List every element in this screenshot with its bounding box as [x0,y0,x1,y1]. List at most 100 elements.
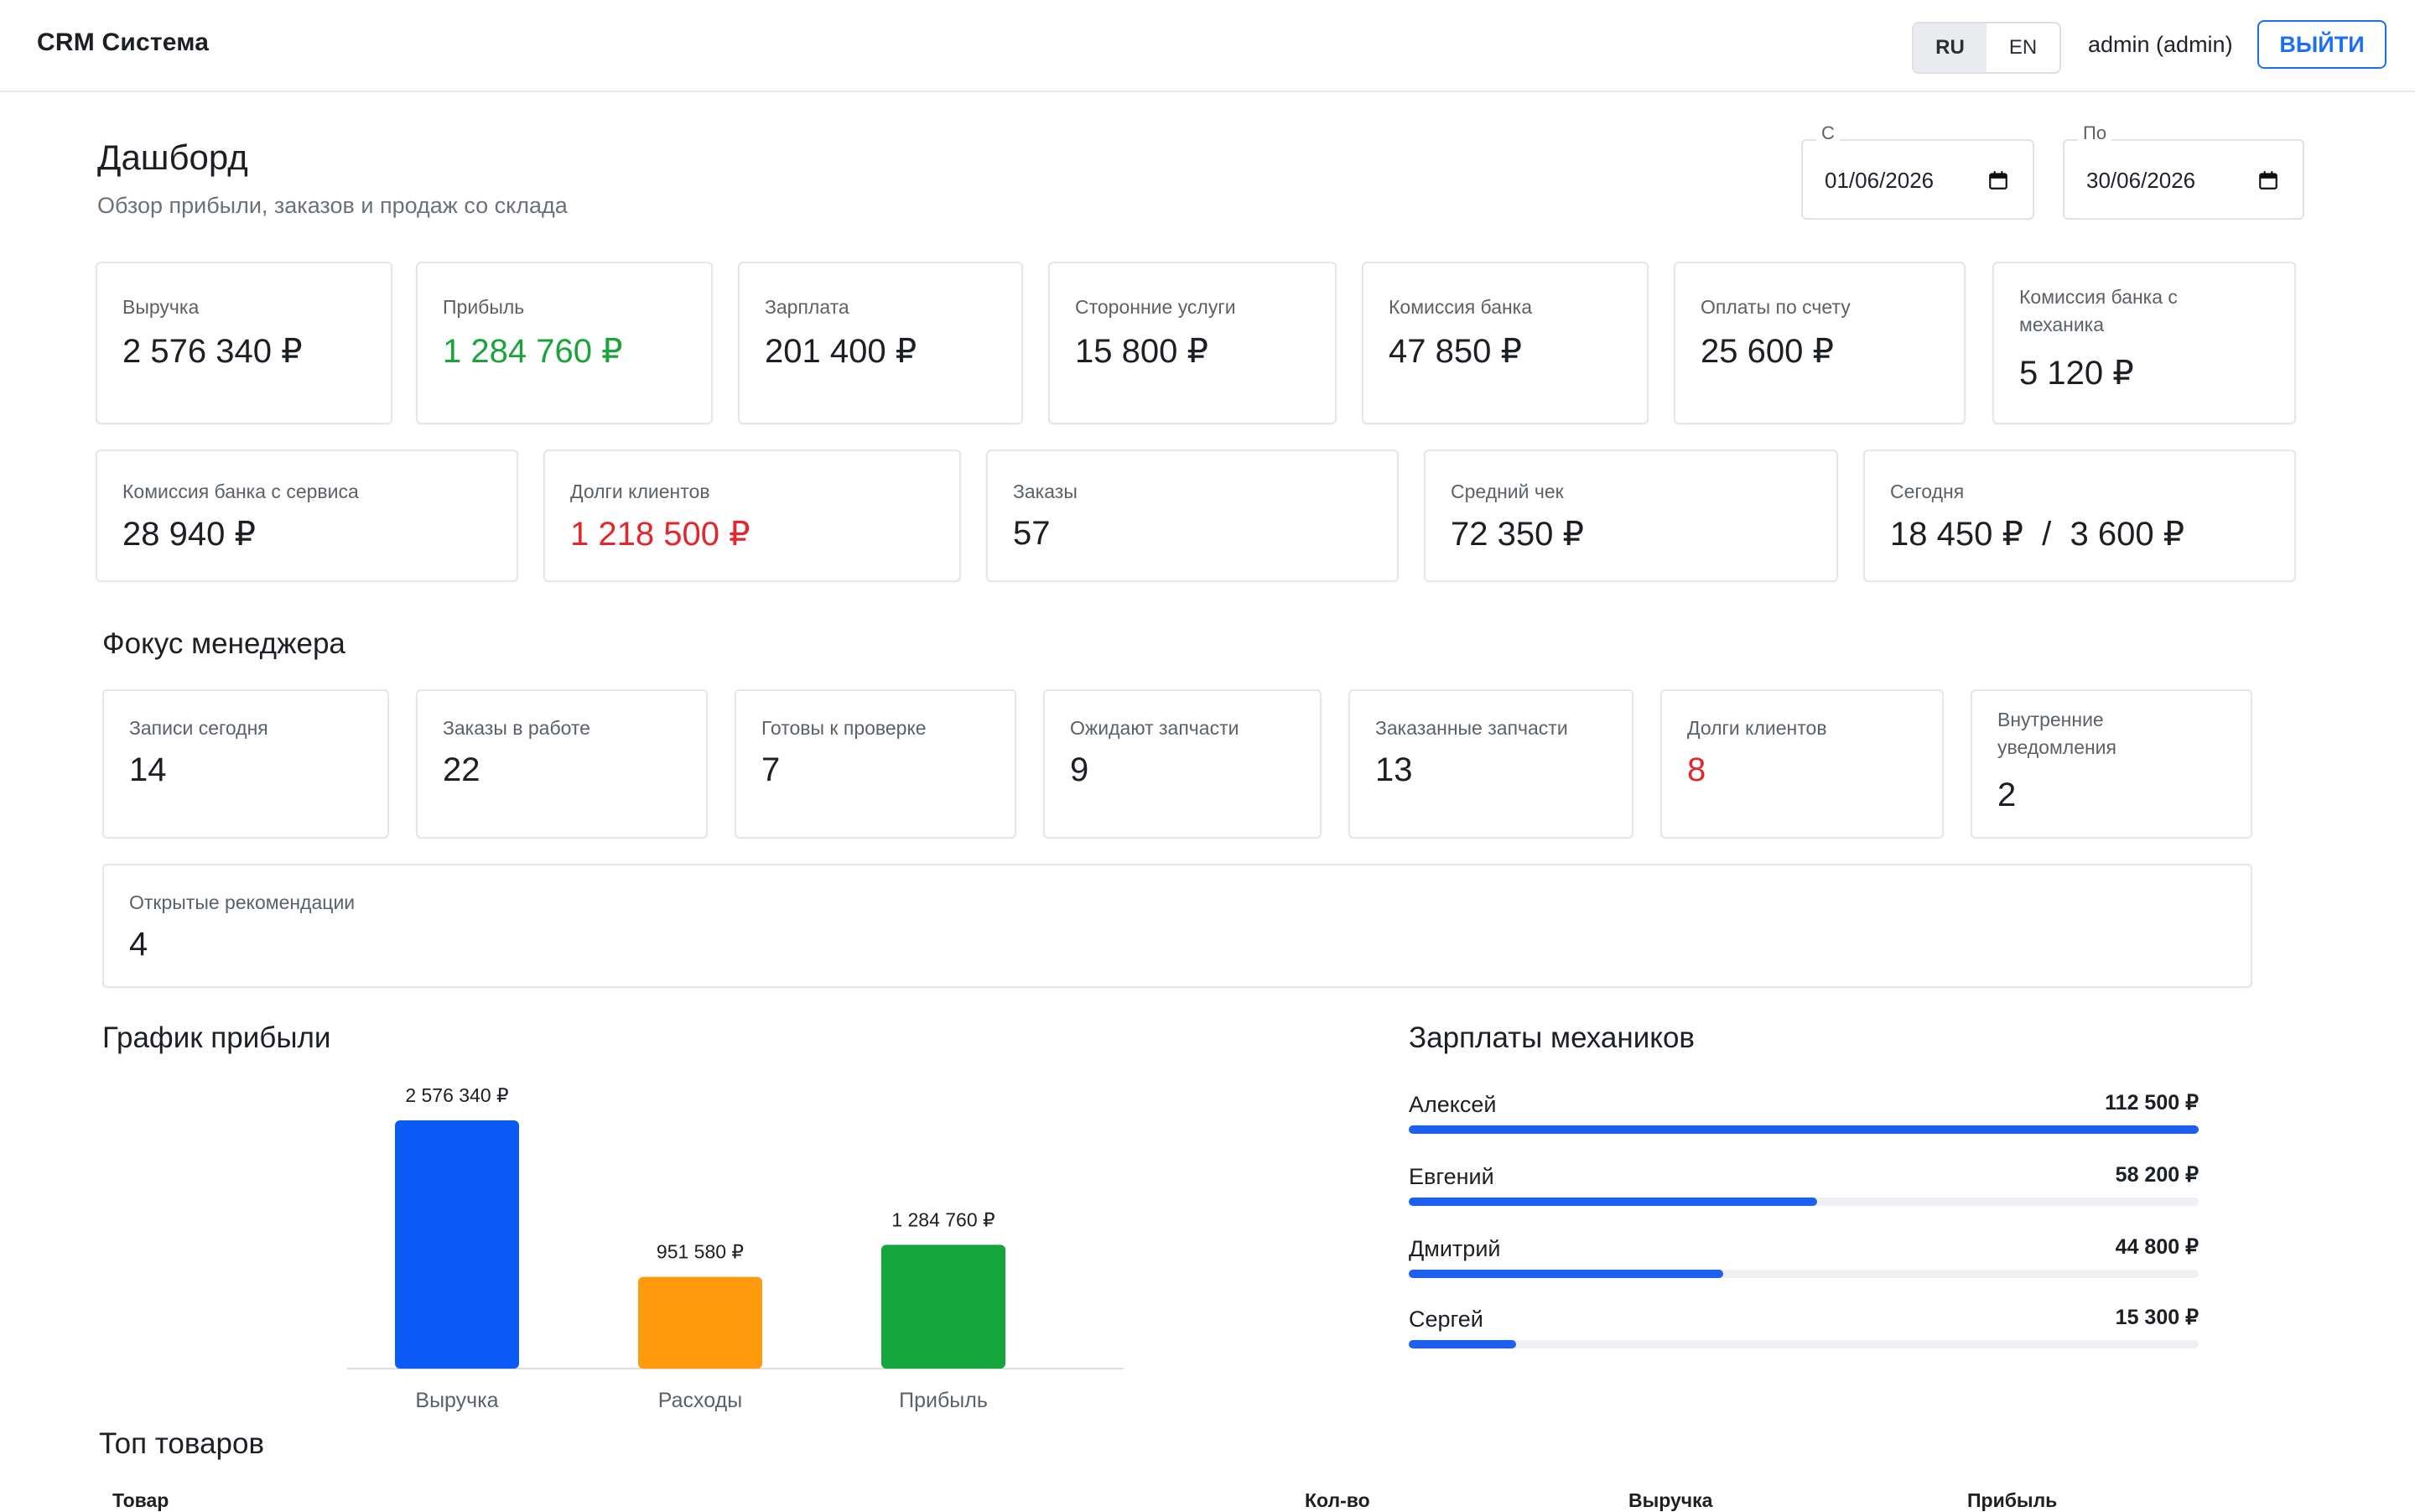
focus-title: Заказы в работе [443,717,590,739]
profit-chart-svg: 2 576 340 ₽ Выручка 951 580 ₽ Расходы 1 284 … [347,1084,1124,1412]
mechanic-name: Дмитрий [1409,1236,1501,1261]
stat-card-invoice-payments: Оплаты по счету 25 600 ₽ [1674,262,1966,424]
section-title-mechanic-salaries: Зарплаты механиков [1409,1021,1696,1054]
stat-title: Выручка [122,296,200,318]
chart-value-label: 2 576 340 ₽ [405,1084,508,1106]
mechanic-amount: 112 500 ₽ [2105,1091,2199,1115]
chart-bar [395,1120,519,1369]
stat-title: Сторонние услуги [1075,296,1236,318]
stat-value: 72 350 ₽ [1451,516,1584,553]
stat-value: 2 576 340 ₽ [122,333,303,370]
stat-card-bank-fee: Комиссия банка 47 850 ₽ [1362,262,1649,424]
top-header: CRM Система RU EN admin (admin) ВЫЙТИ [0,0,2415,92]
language-switcher: RU EN [1912,22,2061,74]
salary-bar-fill [1409,1198,1818,1206]
table-header-quantity[interactable]: Кол-во [1305,1489,1370,1512]
date-from-field[interactable]: С 01/06/2026 [1801,122,2034,220]
stat-value: 47 850 ₽ [1389,333,1522,370]
table-header-profit[interactable]: Прибыль [1967,1489,2057,1512]
stat-title: Средний чек [1451,481,1564,502]
focus-value: 7 [761,751,781,788]
profit-bar-chart: 2 576 340 ₽ Выручка 951 580 ₽ Расходы 1 284 … [335,1073,1140,1426]
calendar-icon[interactable] [1987,169,2009,191]
focus-value: 8 [1687,751,1706,788]
stat-value: 25 600 ₽ [1701,333,1834,370]
chart-bar [881,1244,1005,1369]
logout-button[interactable]: ВЫЙТИ [2257,20,2386,69]
stat-card-bank-fee-service: Комиссия банка с сервиса 28 940 ₽ [96,449,518,582]
stat-card-orders: Заказы 57 [986,449,1399,582]
stat-card-revenue: Выручка 2 576 340 ₽ [96,262,392,424]
section-title-top-products: Топ товаров [99,1427,265,1460]
chart-category-label: Расходы [658,1389,742,1412]
mechanic-name: Сергей [1409,1307,1483,1332]
stat-card-profit: Прибыль 1 284 760 ₽ [416,262,713,424]
lang-en-button[interactable]: EN [1987,23,2059,72]
stat-card-client-debts: Долги клиентов 1 218 500 ₽ [543,449,961,582]
focus-card-open-recommendations[interactable]: Открытые рекомендации 4 [102,864,2252,988]
focus-card-orders-in-progress[interactable]: Заказы в работе 22 [416,689,708,839]
stat-title: Заказы [1013,481,1078,502]
date-to-field[interactable]: По 30/06/2026 [2063,122,2304,220]
stat-title: Зарплата [765,296,849,318]
stat-value: 28 940 ₽ [122,516,256,553]
salary-bar-track [1409,1340,2199,1348]
page-title: Дашборд [97,138,248,177]
focus-card-awaiting-parts[interactable]: Ожидают запчасти 9 [1043,689,1322,839]
focus-value: 2 [1997,777,2017,813]
chart-value-label: 1 284 760 ₽ [891,1208,995,1230]
focus-title: Заказанные запчасти [1375,717,1568,739]
stat-card-bank-fee-mechanic: Комиссия банка с механика 5 120 ₽ [1992,262,2296,424]
focus-value: 22 [443,751,480,788]
focus-title: Готовы к проверке [761,717,927,739]
calendar-icon[interactable] [2257,169,2279,191]
focus-card-ordered-parts[interactable]: Заказанные запчасти 13 [1348,689,1633,839]
stat-title: Долги клиентов [570,481,710,502]
focus-value: 9 [1070,751,1089,788]
page-subtitle: Обзор прибыли, заказов и продаж со склад… [97,193,568,218]
focus-card-ready-for-review[interactable]: Готовы к проверке 7 [735,689,1016,839]
stat-value: 1 284 760 ₽ [443,333,623,370]
stat-title: Оплаты по счету [1701,296,1851,318]
focus-card-appointments-today[interactable]: Записи сегодня 14 [102,689,389,839]
salary-bar-fill [1409,1125,2199,1134]
mechanic-amount: 58 200 ₽ [2115,1163,2199,1187]
salary-bar-fill [1409,1340,1517,1348]
mechanic-amount: 15 300 ₽ [2115,1306,2199,1329]
current-user: admin (admin) [2088,32,2233,57]
section-title-profit-chart: График прибыли [102,1021,331,1054]
focus-title: Внутренние уведомления [1997,709,2116,758]
lang-ru-button[interactable]: RU [1914,23,1987,72]
table-header-product[interactable]: Товар [112,1489,169,1512]
stat-title: Сегодня [1890,481,1965,502]
date-to-value: 30/06/2026 [2086,168,2196,193]
table-header-revenue[interactable]: Выручка [1628,1489,1712,1512]
salary-bar-track [1409,1125,2199,1134]
stat-card-average-check: Средний чек 72 350 ₽ [1424,449,1838,582]
focus-value: 13 [1375,751,1413,788]
stat-title: Комиссия банка с сервиса [122,481,359,502]
date-from-value: 01/06/2026 [1825,168,1935,193]
stat-value: 15 800 ₽ [1075,333,1208,370]
chart-bar [638,1276,762,1369]
focus-title: Записи сегодня [129,717,268,739]
brand-title: CRM Система [37,29,210,56]
chart-category-label: Прибыль [899,1389,988,1412]
salary-bar-fill [1409,1270,1724,1278]
stat-title: Прибыль [443,296,525,318]
chart-value-label: 951 580 ₽ [657,1241,744,1263]
stat-title: Комиссия банка [1389,296,1533,318]
focus-card-client-debts[interactable]: Долги клиентов 8 [1660,689,1944,839]
focus-card-internal-notifications[interactable]: Внутренние уведомления 2 [1971,689,2252,839]
focus-title: Долги клиентов [1687,717,1827,739]
section-title-manager-focus: Фокус менеджера [102,627,345,660]
date-to-label: По [2078,122,2112,144]
mechanic-name: Евгений [1409,1164,1494,1189]
stat-card-salary: Зарплата 201 400 ₽ [738,262,1023,424]
date-from-label: С [1816,122,1840,144]
stat-card-today: Сегодня 18 450 ₽ / 3 600 ₽ [1863,449,2296,582]
salary-bar-track [1409,1198,2199,1206]
stat-value: 57 [1013,515,1051,552]
stat-card-third-party-services: Сторонние услуги 15 800 ₽ [1048,262,1337,424]
focus-value: 14 [129,751,167,788]
